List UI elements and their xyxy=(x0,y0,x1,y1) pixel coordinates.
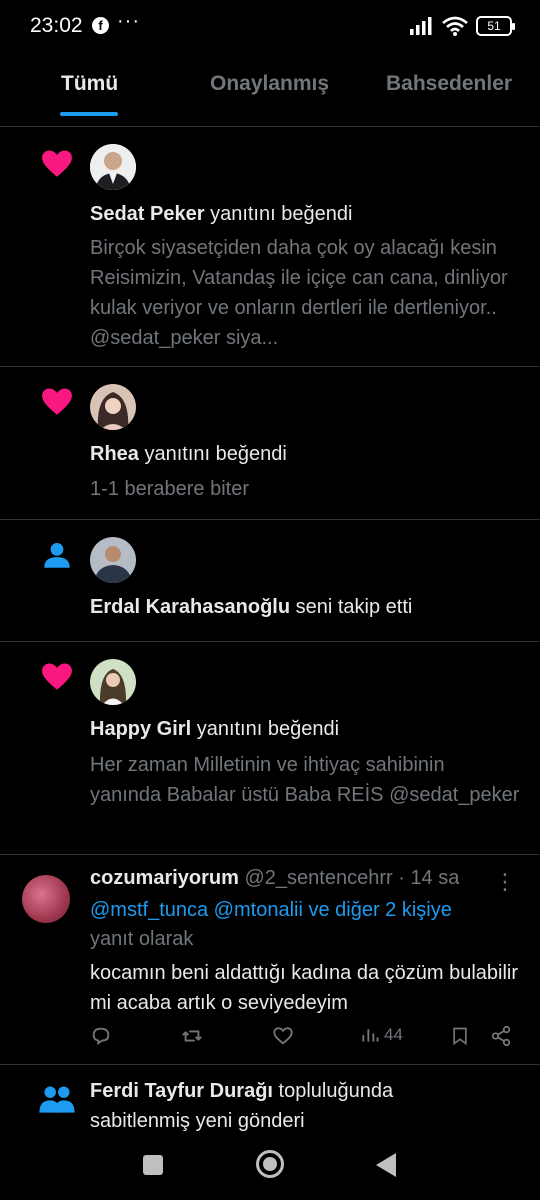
tab-tumu[interactable]: Tümü xyxy=(61,72,118,96)
status-time: 23:02 xyxy=(30,14,83,37)
retweet-icon xyxy=(182,1030,202,1042)
signal-icon xyxy=(410,17,432,35)
notification-item[interactable]: Sedat Peker yanıtını beğendi Birçok siya… xyxy=(0,127,540,367)
action-text: yanıtını beğendi xyxy=(138,443,287,465)
notification-item[interactable]: Erdal Karahasanoğlu seni takip etti xyxy=(0,520,540,642)
community-icon xyxy=(39,1086,75,1113)
reply-label: yanıt olarak xyxy=(90,928,194,950)
notification-body: 1-1 berabere biter xyxy=(90,478,249,500)
heart-icon xyxy=(42,150,72,177)
heart-icon xyxy=(42,388,72,415)
active-tab-indicator xyxy=(60,112,118,116)
reply-button[interactable] xyxy=(90,1025,112,1047)
notification-body: Birçok siyasetçiden daha çok oy alacağı … xyxy=(90,237,508,349)
bookmark-button[interactable] xyxy=(450,1025,470,1047)
user-name[interactable]: Erdal Karahasanoğlu xyxy=(90,596,290,618)
heart-icon xyxy=(42,663,72,690)
user-name[interactable]: Happy Girl xyxy=(90,718,191,740)
action-text: seni takip etti xyxy=(290,596,413,618)
tweet-author-name[interactable]: cozumariyorum xyxy=(90,867,239,889)
person-icon xyxy=(44,542,70,568)
user-name[interactable]: Rhea xyxy=(90,443,139,465)
system-nav-bar xyxy=(0,1138,540,1200)
action-text: yanıtını beğendi xyxy=(204,203,353,225)
bookmark-icon xyxy=(453,1027,467,1046)
recents-button[interactable] xyxy=(143,1155,163,1175)
facebook-icon: f xyxy=(92,17,109,34)
tweet-item[interactable]: cozumariyorum @2_sentencehrr · 14 sa ⋮ @… xyxy=(0,855,540,1065)
like-icon xyxy=(273,1027,293,1045)
community-name[interactable]: Ferdi Tayfur Durağı xyxy=(90,1080,273,1102)
status-bar: 23:02 f ··· 51 xyxy=(0,0,540,56)
action-text: topluluğunda xyxy=(273,1080,394,1102)
tab-bar: Tümü Onaylanmış Bahsedenler xyxy=(0,58,540,120)
share-button[interactable] xyxy=(490,1025,512,1047)
avatar[interactable] xyxy=(90,144,136,190)
notification-title: Sedat Peker yanıtını beğendi xyxy=(90,203,352,226)
avatar[interactable] xyxy=(90,384,136,430)
tab-onaylanmis[interactable]: Onaylanmış xyxy=(210,72,329,96)
views-count: 44 xyxy=(384,1025,403,1044)
like-button[interactable] xyxy=(272,1025,294,1047)
views-button[interactable]: 44 xyxy=(360,1025,403,1045)
more-options-icon[interactable]: ⋮ xyxy=(494,869,516,895)
share-icon xyxy=(491,1025,511,1047)
reply-to-mentions[interactable]: @mstf_tunca @mtonalii ve diğer 2 kişiye xyxy=(90,899,452,922)
wifi-icon xyxy=(442,16,468,36)
back-button[interactable] xyxy=(376,1153,396,1177)
tweet-text: kocamın beni aldattığı kadına da çözüm b… xyxy=(90,962,519,1014)
tweet-header: cozumariyorum @2_sentencehrr · 14 sa xyxy=(90,867,459,890)
reply-icon xyxy=(92,1027,110,1046)
notification-item[interactable]: Happy Girl yanıtını beğendi Her zaman Mi… xyxy=(0,642,540,855)
community-subtitle: sabitlenmiş yeni gönderi xyxy=(90,1110,305,1132)
notification-body: Her zaman Milletinin ve ihtiyaç sahibini… xyxy=(90,754,520,806)
user-name[interactable]: Sedat Peker xyxy=(90,203,205,225)
action-text: yanıtını beğendi xyxy=(191,718,340,740)
avatar[interactable] xyxy=(90,537,136,583)
notification-title: Erdal Karahasanoğlu seni takip etti xyxy=(90,596,412,619)
notification-title: Rhea yanıtını beğendi xyxy=(90,443,287,466)
tab-bahsedenler[interactable]: Bahsedenler xyxy=(386,72,512,96)
tweet-handle-time: @2_sentencehrr · 14 sa xyxy=(244,867,460,889)
battery-icon: 51 xyxy=(476,16,515,36)
tweet-actions: 44 xyxy=(90,1025,520,1055)
notification-item[interactable]: Rhea yanıtını beğendi 1-1 berabere biter xyxy=(0,367,540,520)
retweet-button[interactable] xyxy=(180,1025,204,1047)
views-icon xyxy=(362,1029,379,1042)
more-notifications-icon: ··· xyxy=(117,10,140,32)
home-button[interactable] xyxy=(256,1150,284,1178)
notification-title: Happy Girl yanıtını beğendi xyxy=(90,718,339,741)
avatar[interactable] xyxy=(90,659,136,705)
avatar[interactable] xyxy=(22,875,70,923)
community-title: Ferdi Tayfur Durağı topluluğunda xyxy=(90,1080,393,1103)
